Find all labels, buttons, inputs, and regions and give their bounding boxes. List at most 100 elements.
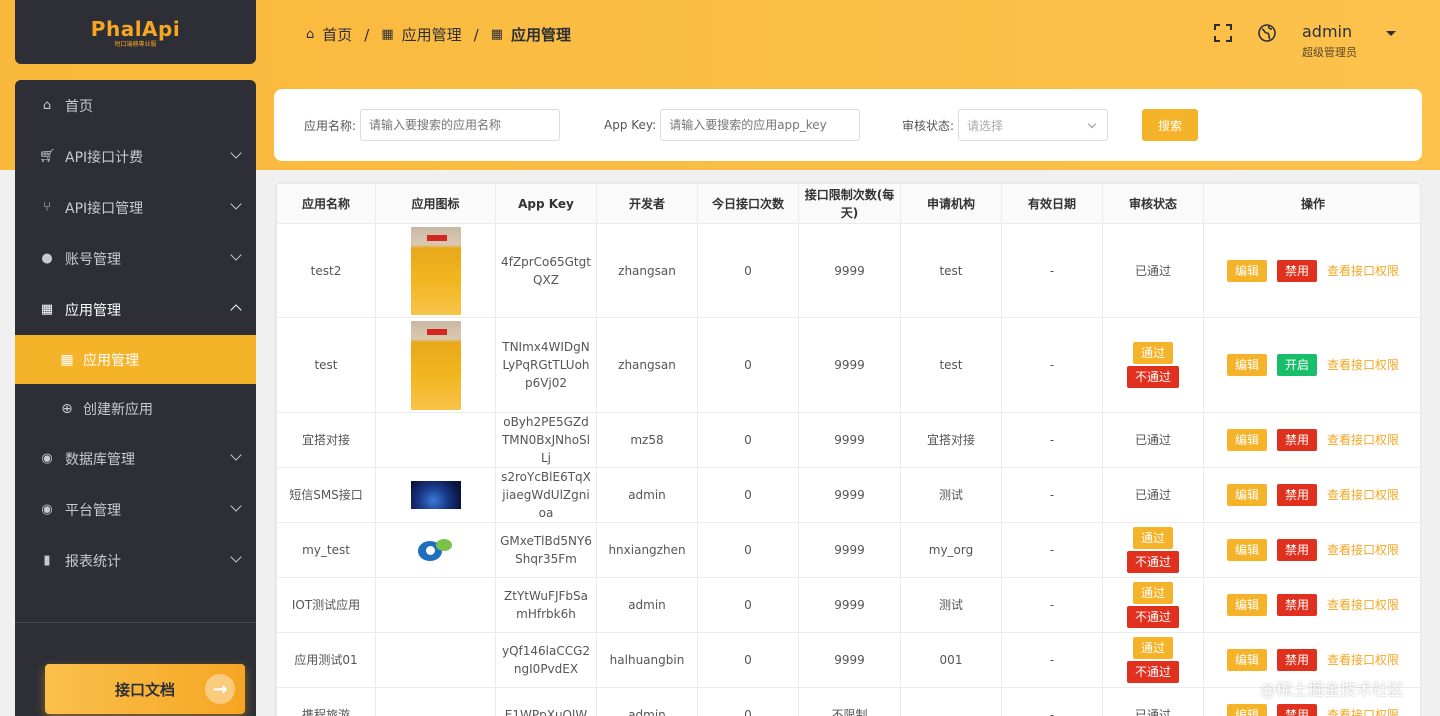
edit-button[interactable]: 编辑 bbox=[1226, 259, 1267, 282]
fullscreen-icon[interactable] bbox=[1212, 22, 1234, 44]
app-icon-image bbox=[410, 320, 461, 410]
reject-button[interactable]: 不通过 bbox=[1126, 606, 1179, 628]
cell-app-name: IOT测试应用 bbox=[276, 577, 376, 633]
sidebar-item-api-billing[interactable]: 🛒︎ API接口计费 bbox=[15, 131, 256, 182]
chevron-down-icon bbox=[1087, 119, 1097, 129]
app-icon-image bbox=[416, 537, 456, 563]
approve-button[interactable]: 通过 bbox=[1132, 342, 1173, 364]
database-icon: ◉ bbox=[41, 451, 53, 466]
cell-today-calls: 0 bbox=[697, 317, 799, 413]
cell-daily-limit: 不限制 bbox=[798, 687, 901, 716]
sidebar-menu: ⌂ 首页 🛒︎ API接口计费 ⑂ API接口管理 ● 账号管理 ▦ 应用管理 … bbox=[15, 80, 256, 716]
disable-button[interactable]: 禁用 bbox=[1276, 649, 1317, 671]
cell-app-key: ZtYtWuFJFbSamHfrbk6h bbox=[495, 577, 597, 633]
table-row: 短信SMS接口 s2roYcBlE6TqXjiaegWdUlZgnioa admin… bbox=[276, 467, 1420, 523]
disable-button[interactable]: 禁用 bbox=[1276, 259, 1317, 282]
search-form: 应用名称: App Key: 审核状态: 请选择 搜索 bbox=[274, 89, 1422, 161]
disable-button[interactable]: 禁用 bbox=[1276, 704, 1317, 716]
view-permissions-link[interactable]: 查看接口权限 bbox=[1327, 356, 1399, 374]
reject-button[interactable]: 不通过 bbox=[1126, 661, 1179, 683]
sidebar-item-accounts[interactable]: ● 账号管理 bbox=[15, 233, 256, 284]
reject-button[interactable]: 不通过 bbox=[1126, 366, 1179, 388]
cell-actions: 编辑 开启 查看接口权限 bbox=[1203, 317, 1420, 413]
edit-button[interactable]: 编辑 bbox=[1226, 649, 1267, 671]
sidebar-item-label: 账号管理 bbox=[65, 251, 121, 268]
cell-app-name: 应用测试01 bbox=[276, 632, 376, 688]
cell-valid-date: - bbox=[1001, 522, 1103, 578]
sidebar-item-platform[interactable]: ◉ 平台管理 bbox=[15, 484, 256, 535]
cart-icon: 🛒︎ bbox=[39, 149, 56, 164]
sidebar-subitem-create-app[interactable]: ⊕ 创建新应用 bbox=[15, 384, 256, 433]
breadcrumb-level1[interactable]: 应用管理 bbox=[402, 24, 462, 45]
breadcrumb: ⌂ 首页 / ▦ 应用管理 / ▦ 应用管理 bbox=[306, 24, 571, 45]
edit-button[interactable]: 编辑 bbox=[1226, 704, 1267, 716]
reject-button[interactable]: 不通过 bbox=[1126, 551, 1179, 573]
cell-daily-limit: 9999 bbox=[798, 467, 901, 523]
disable-button[interactable]: 禁用 bbox=[1276, 484, 1317, 506]
view-permissions-link[interactable]: 查看接口权限 bbox=[1327, 486, 1399, 504]
view-permissions-link[interactable]: 查看接口权限 bbox=[1327, 596, 1399, 614]
app-key-input[interactable] bbox=[660, 109, 861, 141]
logo[interactable]: PhalApi 短口端務專业服 bbox=[15, 0, 256, 64]
edit-button[interactable]: 编辑 bbox=[1226, 539, 1267, 561]
chevron-down-icon bbox=[230, 500, 242, 512]
cell-actions: 编辑 禁用 查看接口权限 bbox=[1203, 577, 1420, 633]
cell-valid-date: - bbox=[1001, 223, 1103, 318]
column-header: 开发者 bbox=[596, 183, 698, 224]
sidebar: PhalApi 短口端務專业服 ⌂ 首页 🛒︎ API接口计费 ⑂ API接口管… bbox=[15, 0, 256, 716]
sidebar-item-home[interactable]: ⌂ 首页 bbox=[15, 80, 256, 131]
cell-app-name: 携程旅游 bbox=[276, 687, 376, 716]
approve-button[interactable]: 通过 bbox=[1132, 527, 1173, 549]
view-permissions-link[interactable]: 查看接口权限 bbox=[1327, 706, 1399, 716]
approve-button[interactable]: 通过 bbox=[1132, 582, 1173, 604]
cell-app-icon bbox=[375, 577, 496, 633]
view-permissions-link[interactable]: 查看接口权限 bbox=[1327, 541, 1399, 559]
disable-button[interactable]: 禁用 bbox=[1276, 429, 1317, 451]
sidebar-item-label: 数据库管理 bbox=[65, 451, 135, 468]
app-icon-image bbox=[410, 481, 461, 509]
app-name-input[interactable] bbox=[360, 109, 561, 141]
cell-review-status: 已通过 bbox=[1102, 412, 1204, 468]
status-select[interactable]: 请选择 bbox=[958, 109, 1109, 141]
cell-developer: zhangsan bbox=[596, 317, 698, 413]
cell-developer: mz58 bbox=[596, 412, 698, 468]
disable-button[interactable]: 禁用 bbox=[1276, 539, 1317, 561]
globe-icon[interactable] bbox=[1256, 22, 1278, 44]
chevron-down-icon bbox=[230, 147, 242, 159]
cell-app-key: E1WPpXuOlW bbox=[495, 687, 597, 716]
edit-button[interactable]: 编辑 bbox=[1226, 484, 1267, 506]
enable-button[interactable]: 开启 bbox=[1276, 354, 1317, 376]
status-filter: 审核状态: 请选择 bbox=[902, 109, 1109, 141]
sidebar-item-database[interactable]: ◉ 数据库管理 bbox=[15, 433, 256, 484]
caret-down-icon[interactable] bbox=[1386, 31, 1396, 36]
chevron-down-icon bbox=[230, 551, 242, 563]
app-key-filter: App Key: bbox=[604, 109, 861, 141]
api-docs-button[interactable]: 接口文档 → bbox=[45, 664, 245, 714]
view-permissions-link[interactable]: 查看接口权限 bbox=[1327, 262, 1399, 280]
view-permissions-link[interactable]: 查看接口权限 bbox=[1327, 651, 1399, 669]
chevron-up-icon bbox=[230, 304, 242, 316]
edit-button[interactable]: 编辑 bbox=[1226, 354, 1267, 376]
sidebar-item-api-management[interactable]: ⑂ API接口管理 bbox=[15, 182, 256, 233]
cell-org: test bbox=[900, 317, 1002, 413]
search-button[interactable]: 搜索 bbox=[1142, 109, 1198, 141]
approve-button[interactable]: 通过 bbox=[1132, 637, 1173, 659]
status-select-value: 请选择 bbox=[967, 118, 1004, 133]
user-menu[interactable]: admin 超级管理员 bbox=[1302, 22, 1357, 60]
breadcrumb-separator: / bbox=[473, 25, 479, 44]
review-actions: 通过 不通过 bbox=[1107, 527, 1199, 573]
sidebar-subitem-app-management[interactable]: ▦ 应用管理 bbox=[15, 335, 256, 384]
sidebar-item-apps[interactable]: ▦ 应用管理 bbox=[15, 284, 256, 335]
app-name-label: 应用名称: bbox=[304, 118, 357, 133]
edit-button[interactable]: 编辑 bbox=[1226, 594, 1267, 616]
disable-button[interactable]: 禁用 bbox=[1276, 594, 1317, 616]
grid-icon: ▦ bbox=[490, 27, 504, 42]
cell-org: 宜搭对接 bbox=[900, 412, 1002, 468]
breadcrumb-home[interactable]: 首页 bbox=[322, 24, 352, 45]
sidebar-item-reports[interactable]: ▮ 报表统计 bbox=[15, 535, 256, 586]
edit-button[interactable]: 编辑 bbox=[1226, 429, 1267, 451]
cell-actions: 编辑 禁用 查看接口权限 bbox=[1203, 223, 1420, 318]
view-permissions-link[interactable]: 查看接口权限 bbox=[1327, 431, 1399, 449]
sidebar-item-label: 首页 bbox=[65, 98, 93, 115]
cell-org: my_org bbox=[900, 522, 1002, 578]
